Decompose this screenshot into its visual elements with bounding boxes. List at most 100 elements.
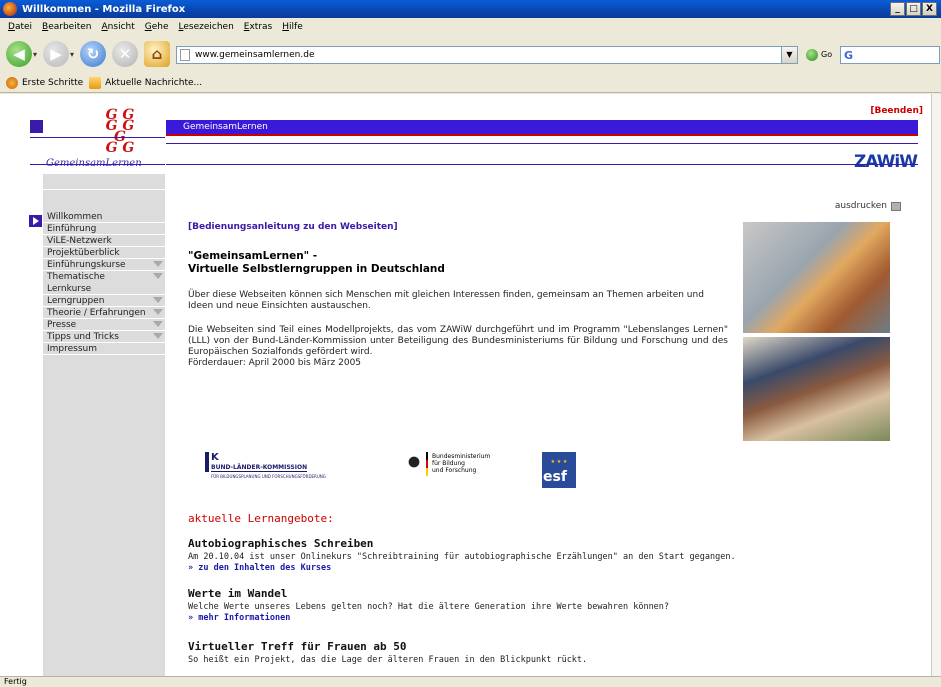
forward-arrow-icon[interactable]: ▶ (43, 41, 70, 67)
woman-laptop-photo (743, 337, 890, 441)
go-icon[interactable] (806, 49, 818, 61)
sidebar-item-label: ViLE-Netzwerk (47, 236, 112, 246)
sidebar-nav: Willkommen Einführung ViLE-Netzwerk Proj… (43, 174, 165, 676)
sidebar-item-lerngruppen[interactable]: Lerngruppen (43, 295, 165, 307)
minimize-button[interactable]: _ (890, 2, 905, 16)
bmbf-logo[interactable]: Bundesministerium für Bildung und Forsch… (406, 452, 516, 486)
sidebar-item-vile-netzwerk[interactable]: ViLE-Netzwerk (43, 235, 165, 247)
navigation-toolbar: ◀ ▾ ▶ ▾ ↻ ✕ ⌂ ▼ Go G (0, 35, 941, 73)
sidebar-item-label: Willkommen (47, 212, 103, 222)
bookmark-aktuelle-nachrichten[interactable]: Aktuelle Nachrichte... (89, 76, 203, 89)
blk-logo[interactable]: K BUND-LÄNDER-KOMMISSION FÜR BILDUNGSPLA… (205, 452, 335, 486)
window-title: Willkommen - Mozilla Firefox (22, 3, 186, 15)
title-line-1: "GemeinsamLernen" - (188, 250, 318, 262)
submenu-arrow-icon (153, 309, 163, 315)
page-icon (180, 49, 190, 61)
divider (166, 143, 918, 144)
sidebar-item-label: Projektüberblick (47, 248, 120, 258)
offer-text: So heißt ein Projekt, das die Lage der ä… (188, 655, 588, 665)
url-dropdown-icon[interactable]: ▼ (781, 47, 797, 63)
sidebar-item-projektueberblick[interactable]: Projektüberblick (43, 247, 165, 259)
offer-item: Autobiographisches Schreiben Am 20.10.04… (188, 537, 908, 574)
menu-lesezeichen[interactable]: Lesezeichen (179, 22, 234, 32)
sidebar-item-willkommen[interactable]: Willkommen (43, 211, 165, 223)
submenu-arrow-icon (153, 321, 163, 327)
offer-link[interactable]: » mehr Informationen (188, 613, 908, 624)
rss-folder-icon (89, 76, 102, 89)
sidebar-item-presse[interactable]: Presse (43, 319, 165, 331)
zawiw-logo[interactable]: ZAWiW (854, 152, 918, 172)
reload-icon[interactable]: ↻ (80, 41, 107, 67)
back-arrow-icon[interactable]: ◀ (6, 41, 32, 67)
offer-item: Virtueller Treff für Frauen ab 50 So hei… (188, 640, 908, 666)
divider (166, 164, 918, 165)
address-bar[interactable]: ▼ (176, 46, 798, 64)
divider (43, 189, 165, 190)
blk-subtitle: FÜR BILDUNGSPLANUNG UND FORSCHUNGSFÖRDER… (211, 474, 326, 479)
eagle-icon (406, 454, 422, 470)
logo-letters: G GG G GG G (105, 107, 135, 156)
forward-dropdown-icon[interactable]: ▾ (70, 50, 74, 59)
sidebar-item-label: Thematische Lernkurse (47, 272, 105, 294)
offer-text: Welche Werte unseres Lebens gelten noch?… (188, 602, 670, 612)
bmbf-name: Bundesministerium für Bildung und Forsch… (432, 453, 491, 474)
exit-link[interactable]: [Beenden] (870, 106, 923, 116)
menu-hilfe[interactable]: Hilfe (282, 22, 303, 32)
printer-icon (891, 201, 901, 211)
sidebar-item-impressum[interactable]: Impressum (43, 343, 165, 355)
menu-bearbeiten[interactable]: Bearbeiten (42, 22, 91, 32)
offer-title: Autobiographisches Schreiben (188, 537, 374, 550)
blk-letter: K (211, 452, 219, 463)
back-dropdown-icon[interactable]: ▾ (33, 50, 37, 59)
bookmark-label: Aktuelle Nachrichte... (105, 77, 203, 88)
menu-bar: Datei Bearbeiten Ansicht Gehe Lesezeiche… (0, 18, 941, 35)
sidebar-menu: Willkommen Einführung ViLE-Netzwerk Proj… (43, 211, 165, 355)
blk-name: BUND-LÄNDER-KOMMISSION (211, 464, 308, 472)
submenu-arrow-icon (153, 261, 163, 267)
close-button[interactable]: X (922, 2, 937, 16)
firefox-bookmark-icon (6, 76, 18, 89)
divider (166, 134, 918, 136)
vertical-scrollbar[interactable] (931, 94, 941, 676)
sidebar-item-tipps-und-tricks[interactable]: Tipps und Tricks (43, 331, 165, 343)
menu-extras[interactable]: Extras (244, 22, 272, 32)
gemeinsamlernen-logo[interactable]: G GG G GG G GemeinsamLernen (40, 107, 170, 170)
project-text: Die Webseiten sind Teil eines Modellproj… (188, 325, 728, 357)
menu-ansicht[interactable]: Ansicht (102, 22, 135, 32)
print-label: ausdrucken (834, 201, 887, 211)
maximize-button[interactable]: □ (906, 2, 921, 16)
title-line-2: Virtuelle Selbstlerngruppen in Deutschla… (188, 263, 445, 275)
offer-link[interactable]: » zu den Inhalten des Kurses (188, 563, 908, 574)
manual-link[interactable]: [Bedienungsanleitung zu den Webseiten] (188, 222, 398, 232)
esf-label: esf (543, 469, 567, 485)
offer-text: Am 20.10.04 ist unser Onlinekurs "Schrei… (188, 552, 736, 562)
offer-item: Werte im Wandel Welche Werte unseres Leb… (188, 587, 908, 624)
esf-logo[interactable]: ★ ★ ★ esf (542, 452, 576, 488)
menu-datei[interactable]: Datei (8, 22, 32, 32)
sidebar-item-theorie-erfahrungen[interactable]: Theorie / Erfahrungen (43, 307, 165, 319)
go-button-label[interactable]: Go (821, 50, 832, 59)
sidebar-item-label: Tipps und Tricks (47, 332, 119, 342)
sidebar-item-label: Einführung (47, 224, 97, 234)
firefox-icon (3, 2, 17, 16)
offer-title: Werte im Wandel (188, 587, 288, 600)
status-bar: Fertig (0, 676, 941, 687)
funding-duration: Förderdauer: April 2000 bis März 2005 (188, 358, 362, 368)
sidebar-item-label: Impressum (47, 344, 98, 354)
menu-gehe[interactable]: Gehe (145, 22, 169, 32)
seniors-computer-photo (743, 222, 890, 333)
search-box[interactable]: G (840, 46, 940, 64)
print-link[interactable]: ausdrucken (835, 201, 901, 211)
sidebar-item-einfuehrung[interactable]: Einführung (43, 223, 165, 235)
home-icon[interactable]: ⌂ (144, 41, 171, 67)
bookmark-erste-schritte[interactable]: Erste Schritte (6, 76, 83, 89)
stop-icon[interactable]: ✕ (112, 41, 139, 67)
sidebar-item-label: Theorie / Erfahrungen (47, 308, 146, 318)
offer-title: Virtueller Treff für Frauen ab 50 (188, 640, 407, 653)
sidebar-item-thematische-lernkurse[interactable]: Thematische Lernkurse (43, 271, 165, 295)
page-viewport: [Beenden] G GG G GG G GemeinsamLernen Ge… (0, 94, 931, 676)
divider (30, 137, 165, 138)
sidebar-item-einfuehrungskurse[interactable]: Einführungskurse (43, 259, 165, 271)
url-input[interactable] (195, 50, 775, 60)
sidebar-item-label: Einführungskurse (47, 260, 126, 270)
